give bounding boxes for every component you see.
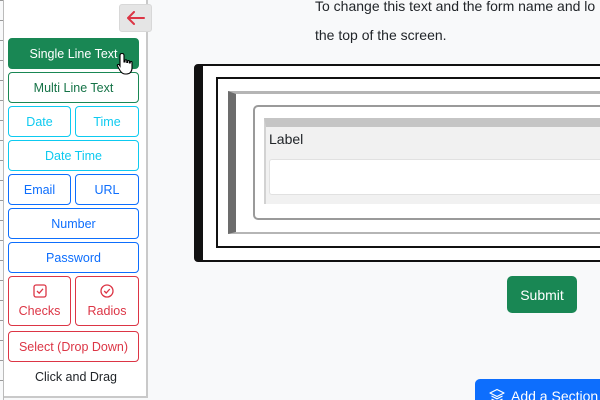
multi-line-text-button[interactable]: Multi Line Text — [8, 72, 139, 103]
add-section-button[interactable]: Add a Section — [475, 379, 600, 400]
multi-line-text-label: Multi Line Text — [33, 80, 114, 95]
submit-label: Submit — [520, 286, 564, 303]
time-label: Time — [93, 114, 121, 129]
radios-button[interactable]: Radios — [75, 276, 139, 326]
select-dropdown-button[interactable]: Select (Drop Down) — [8, 331, 139, 362]
field-label: Label — [269, 131, 304, 147]
arrow-left-icon — [126, 11, 145, 25]
intro-line-2: the top of the screen. — [315, 27, 447, 43]
time-button[interactable]: Time — [75, 106, 139, 137]
hand-pointer-icon — [116, 52, 133, 75]
date-button[interactable]: Date — [8, 106, 71, 137]
radio-check-icon — [100, 284, 114, 298]
text-input-field[interactable] — [269, 159, 600, 195]
date-time-button[interactable]: Date Time — [8, 140, 139, 171]
add-section-label: Add a Section — [511, 388, 599, 400]
intro-line-1: To change this text and the form name an… — [315, 0, 596, 14]
password-button[interactable]: Password — [8, 242, 139, 273]
checkbox-icon — [32, 284, 47, 298]
checks-label: Checks — [18, 304, 61, 318]
number-button[interactable]: Number — [8, 208, 139, 239]
number-label: Number — [51, 216, 96, 231]
field-palette: Single Line Text Multi Line Text Date Ti… — [4, 0, 152, 398]
email-button[interactable]: Email — [8, 174, 71, 205]
date-time-label: Date Time — [45, 148, 102, 163]
url-button[interactable]: URL — [75, 174, 139, 205]
submit-button[interactable]: Submit — [507, 276, 577, 313]
collapse-palette-button[interactable] — [119, 4, 152, 32]
date-label: Date — [26, 114, 53, 129]
url-label: URL — [94, 182, 120, 197]
radios-label: Radios — [87, 304, 127, 318]
click-and-drag-hint: Click and Drag — [35, 370, 117, 384]
select-dropdown-label: Select (Drop Down) — [18, 339, 129, 354]
email-label: Email — [23, 182, 56, 197]
layers-icon — [489, 388, 505, 400]
password-label: Password — [46, 250, 101, 265]
form-intro-text: To change this text and the form name an… — [315, 0, 600, 50]
checks-button[interactable]: Checks — [8, 276, 71, 326]
single-line-text-label: Single Line Text — [29, 46, 118, 61]
